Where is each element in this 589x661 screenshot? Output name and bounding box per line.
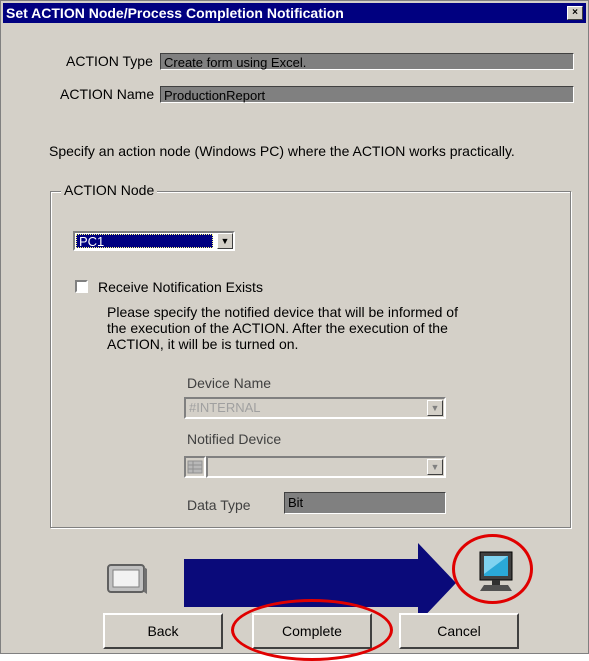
- description-line: the execution of the ACTION. After the e…: [107, 320, 448, 336]
- transfer-arrow-head: [418, 543, 456, 623]
- chevron-down-icon[interactable]: ▼: [427, 459, 443, 475]
- action-name-field: ProductionReport: [160, 86, 574, 103]
- action-node-select[interactable]: PC1 ▼: [73, 231, 235, 251]
- data-type-field: Bit: [284, 492, 446, 514]
- chevron-down-icon[interactable]: ▼: [217, 233, 233, 249]
- action-node-selected: PC1: [76, 234, 213, 249]
- highlight-ellipse: [452, 534, 533, 604]
- window-title: Set ACTION Node/Process Completion Notif…: [6, 5, 344, 21]
- instruction-text: Specify an action node (Windows PC) wher…: [49, 143, 515, 159]
- device-name-value: #INTERNAL: [189, 400, 261, 415]
- back-button[interactable]: Back: [103, 613, 223, 649]
- highlight-ellipse: [231, 599, 393, 661]
- device-list-icon[interactable]: [184, 456, 206, 478]
- display-panel-icon: [106, 561, 148, 597]
- title-bar: Set ACTION Node/Process Completion Notif…: [3, 3, 586, 23]
- receive-notification-label: Receive Notification Exists: [98, 279, 263, 295]
- notified-device-select[interactable]: ▼: [206, 456, 446, 478]
- device-name-select[interactable]: #INTERNAL ▼: [184, 397, 446, 419]
- description-line: ACTION, it will be is turned on.: [107, 336, 299, 352]
- action-type-label: ACTION Type: [66, 53, 153, 69]
- dialog-window: Set ACTION Node/Process Completion Notif…: [0, 0, 589, 661]
- device-name-label: Device Name: [187, 375, 272, 391]
- action-node-group-label: ACTION Node: [61, 182, 158, 198]
- action-name-label: ACTION Name: [60, 86, 155, 102]
- data-type-label: Data Type: [187, 497, 251, 513]
- action-type-field: Create form using Excel.: [160, 53, 574, 70]
- notification-description: Please specify the notified device that …: [107, 304, 537, 352]
- notified-device-label: Notified Device: [187, 431, 282, 447]
- receive-notification-checkbox[interactable]: [75, 280, 88, 293]
- description-line: Please specify the notified device that …: [107, 304, 458, 320]
- chevron-down-icon[interactable]: ▼: [427, 400, 443, 416]
- close-icon[interactable]: ×: [567, 6, 583, 20]
- cancel-button[interactable]: Cancel: [399, 613, 519, 649]
